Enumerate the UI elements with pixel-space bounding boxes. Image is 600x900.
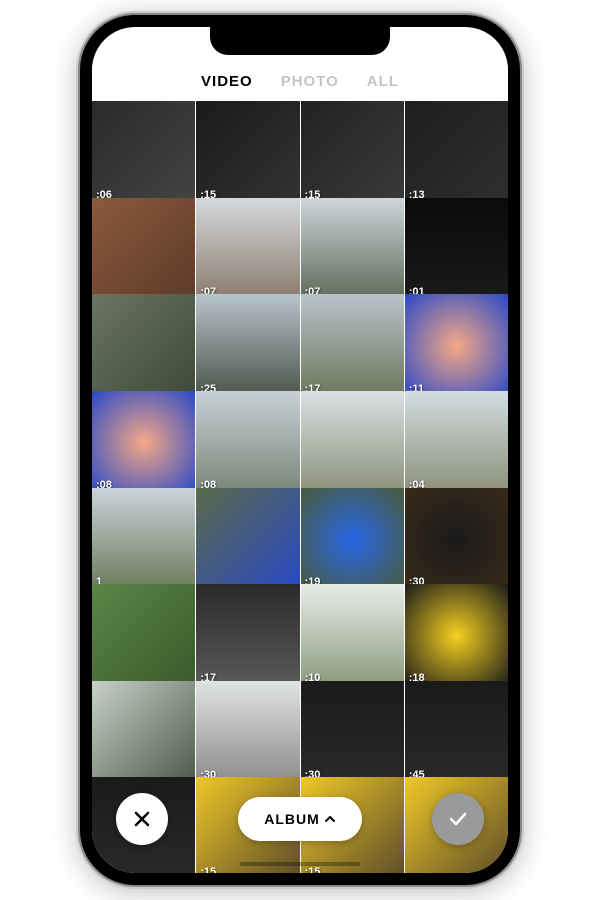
album-button[interactable]: ALBUM <box>238 797 362 841</box>
close-button[interactable] <box>116 793 168 845</box>
filter-tabs: VIDEO PHOTO ALL <box>92 65 508 100</box>
confirm-button[interactable] <box>432 793 484 845</box>
video-thumbnail[interactable] <box>92 294 195 397</box>
video-thumbnail[interactable] <box>301 391 404 494</box>
tab-all[interactable]: ALL <box>367 73 399 90</box>
video-thumbnail[interactable]: :45 <box>405 681 508 784</box>
phone-screen: VIDEO PHOTO ALL :06:15:15:13:07:07:01:25… <box>92 27 508 873</box>
video-thumbnail[interactable]: :30 <box>301 681 404 784</box>
video-thumbnail[interactable] <box>196 488 299 591</box>
thumbnail-image <box>301 391 404 494</box>
video-thumbnail[interactable]: :17 <box>196 584 299 687</box>
video-thumbnail[interactable]: :11 <box>405 294 508 397</box>
thumbnail-image <box>92 294 195 397</box>
video-thumbnail[interactable]: :07 <box>196 198 299 301</box>
home-indicator[interactable] <box>240 862 360 866</box>
video-duration: :15 <box>200 866 216 873</box>
video-thumbnail[interactable]: :13 <box>405 101 508 204</box>
video-thumbnail[interactable]: :07 <box>301 198 404 301</box>
close-icon <box>132 809 152 829</box>
thumbnail-image <box>92 681 195 784</box>
video-thumbnail[interactable]: :04 <box>405 391 508 494</box>
thumbnail-image <box>92 488 195 591</box>
video-thumbnail[interactable]: :10 <box>301 584 404 687</box>
tab-photo[interactable]: PHOTO <box>281 73 339 90</box>
check-icon <box>447 808 469 830</box>
thumbnail-image <box>196 488 299 591</box>
notch <box>210 27 390 55</box>
video-thumbnail[interactable]: :06 <box>92 101 195 204</box>
tab-video[interactable]: VIDEO <box>201 73 253 90</box>
video-thumbnail[interactable]: :08 <box>92 391 195 494</box>
video-thumbnail[interactable] <box>92 584 195 687</box>
video-thumbnail[interactable]: :25 <box>196 294 299 397</box>
video-thumbnail[interactable] <box>92 198 195 301</box>
video-duration: 7 <box>96 866 102 873</box>
album-label: ALBUM <box>264 811 320 827</box>
thumbnail-image <box>92 198 195 301</box>
phone-frame: VIDEO PHOTO ALL :06:15:15:13:07:07:01:25… <box>80 15 520 885</box>
video-thumbnail[interactable]: :30 <box>196 681 299 784</box>
chevron-up-icon <box>324 813 336 825</box>
video-thumbnail[interactable]: :15 <box>301 101 404 204</box>
video-duration: :15 <box>305 866 321 873</box>
video-thumbnail[interactable]: :01 <box>405 198 508 301</box>
bottom-bar: ALBUM <box>92 793 508 845</box>
video-thumbnail[interactable] <box>92 681 195 784</box>
video-thumbnail[interactable]: :30 <box>405 488 508 591</box>
video-thumbnail[interactable]: :17 <box>301 294 404 397</box>
video-thumbnail[interactable]: :15 <box>196 101 299 204</box>
video-thumbnail[interactable]: :19 <box>301 488 404 591</box>
video-thumbnail[interactable]: 1 <box>92 488 195 591</box>
video-grid[interactable]: :06:15:15:13:07:07:01:25:17:11:08:08:041… <box>92 101 508 873</box>
thumbnail-image <box>92 584 195 687</box>
video-thumbnail[interactable]: :18 <box>405 584 508 687</box>
video-thumbnail[interactable]: :08 <box>196 391 299 494</box>
